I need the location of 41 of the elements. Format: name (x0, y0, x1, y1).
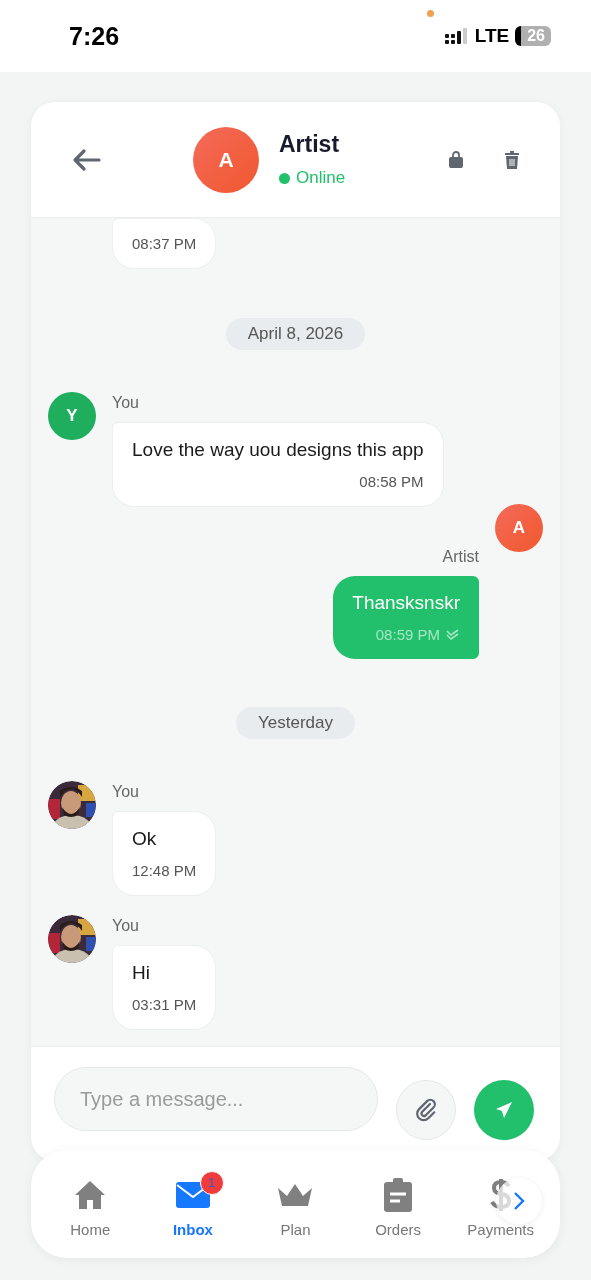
message-input[interactable]: Type a message... (54, 1067, 378, 1131)
chevron-right-icon (512, 1191, 526, 1211)
trash-icon[interactable] (504, 150, 520, 169)
message-time: 12:48 PM (132, 862, 197, 879)
message-time: 08:37 PM (132, 235, 197, 252)
crown-icon (278, 1183, 313, 1206)
paperclip-icon (414, 1098, 438, 1122)
message-text: Ok (132, 828, 158, 850)
sender-name: You (112, 394, 140, 412)
nav-tab[interactable]: Orders (346, 1166, 450, 1242)
home-icon (74, 1179, 107, 1210)
clipboard-icon (384, 1177, 413, 1212)
sender-name: You (112, 783, 140, 801)
date-separator: Yesterday (236, 707, 355, 739)
message-text: Love the way uou designs this app (132, 439, 424, 461)
sender-avatar: A (495, 504, 543, 552)
network-label: LTE (474, 25, 510, 47)
battery-level: 26 (515, 26, 551, 46)
sender-name: You (112, 917, 140, 935)
back-arrow-icon[interactable] (71, 147, 101, 172)
message-time: 03:31 PM (132, 996, 197, 1013)
message-text: Thansksnskr (352, 592, 460, 614)
message-text: Hi (132, 962, 151, 984)
nav-tab[interactable]: Plan (244, 1166, 347, 1242)
contact-avatar: A (193, 126, 259, 193)
contact-name: Artist (279, 131, 341, 158)
mail-icon (175, 1181, 210, 1208)
send-icon (494, 1100, 514, 1120)
nav-tab[interactable]: Home (39, 1166, 142, 1242)
sender-name: Artist (442, 548, 479, 566)
signal-icon (444, 28, 469, 44)
message-time: 08:58 PM (359, 473, 424, 490)
status-time: 7:26 (69, 21, 120, 51)
online-status: Online (296, 168, 346, 188)
date-separator: April 8, 2026 (225, 318, 366, 350)
sender-avatar: Y (48, 392, 96, 440)
message-time: 08:59 PM (375, 626, 440, 643)
privacy-dot-icon (427, 10, 434, 17)
nav-tab[interactable]: 1 Inbox (141, 1166, 245, 1242)
unread-badge: 1 (199, 1170, 224, 1195)
scroll-right-button[interactable] (496, 1178, 542, 1224)
